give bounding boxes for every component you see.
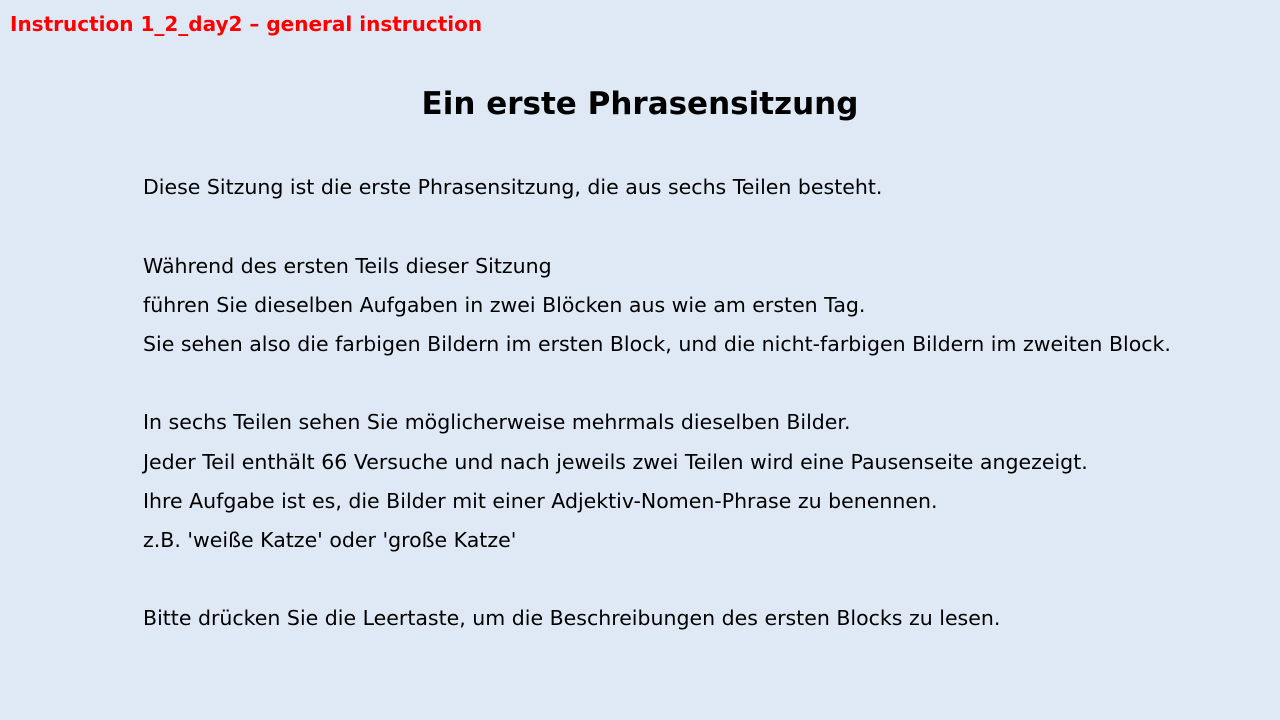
instruction-text-line: Sie sehen also die farbigen Bildern im e…	[143, 332, 1171, 356]
instruction-text-line: Während des ersten Teils dieser Sitzung	[143, 254, 552, 278]
instruction-text-line: Ihre Aufgabe ist es, die Bilder mit eine…	[143, 489, 938, 513]
instruction-id-label: Instruction 1_2_day2 – general instructi…	[10, 12, 483, 36]
example-text-line: z.B. 'weiße Katze' oder 'große Katze'	[143, 528, 517, 552]
instruction-text-line: führen Sie dieselben Aufgaben in zwei Bl…	[143, 293, 866, 317]
continue-prompt-text: Bitte drücken Sie die Leertaste, um die …	[143, 606, 1001, 630]
instruction-text-line: Diese Sitzung ist die erste Phrasensitzu…	[143, 175, 883, 199]
instruction-text-line: Jeder Teil enthält 66 Versuche und nach …	[143, 450, 1088, 474]
page-title: Ein erste Phrasensitzung	[421, 86, 859, 122]
instruction-text-line: In sechs Teilen sehen Sie möglicherweise…	[143, 410, 851, 434]
